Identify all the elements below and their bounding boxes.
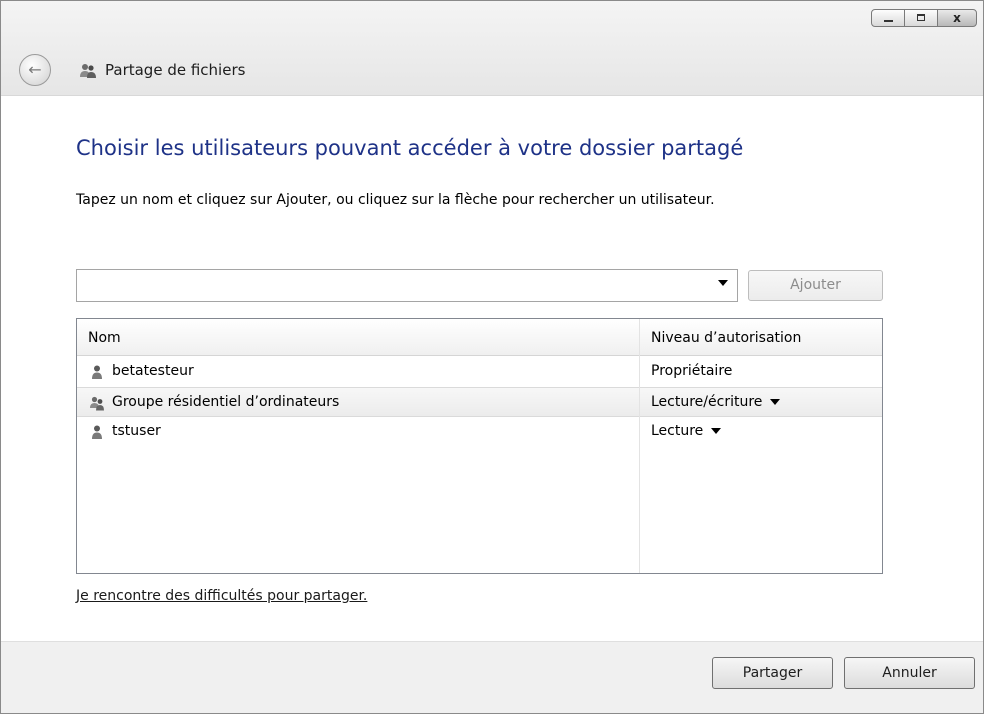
user-name-combobox[interactable] — [76, 269, 738, 302]
user-icon — [92, 425, 102, 439]
column-header-permission[interactable]: Niveau d’autorisation — [651, 330, 801, 346]
add-button[interactable]: Ajouter — [748, 270, 883, 301]
users-list: Nom Niveau d’autorisation betatesteur Pr… — [76, 318, 883, 574]
chevron-down-icon[interactable] — [770, 399, 781, 405]
close-button[interactable]: x — [937, 9, 977, 27]
table-row[interactable]: betatesteur Propriétaire — [77, 357, 882, 387]
minimize-icon — [884, 20, 893, 22]
permission-dropdown[interactable]: Lecture/écriture — [651, 394, 781, 410]
table-row[interactable]: Groupe résidentiel d’ordinateurs Lecture… — [77, 387, 882, 417]
window-title: Partage de fichiers — [105, 61, 246, 79]
list-header: Nom Niveau d’autorisation — [77, 319, 882, 356]
permission-label: Propriétaire — [651, 363, 733, 379]
user-icon — [92, 365, 102, 379]
back-arrow-icon: ← — [28, 60, 42, 79]
dialog-footer: Partager Annuler — [1, 641, 983, 713]
permission-label: Lecture/écriture — [651, 394, 763, 410]
cancel-button[interactable]: Annuler — [844, 657, 975, 689]
row-permission: Propriétaire — [651, 363, 732, 379]
window-controls: x — [871, 9, 977, 27]
page-heading: Choisir les utilisateurs pouvant accéder… — [76, 136, 744, 160]
content-area: Choisir les utilisateurs pouvant accéder… — [1, 96, 983, 641]
user-name-input[interactable] — [81, 274, 705, 298]
chevron-down-icon[interactable] — [711, 428, 722, 434]
minimize-button[interactable] — [871, 9, 905, 27]
row-name: tstuser — [112, 423, 161, 439]
title-bar: x ← Partage de fichiers — [1, 1, 983, 96]
maximize-button[interactable] — [904, 9, 938, 27]
back-button[interactable]: ← — [19, 54, 51, 86]
maximize-icon — [917, 14, 925, 21]
instructions-text: Tapez un nom et cliquez sur Ajouter, ou … — [76, 192, 715, 208]
file-sharing-window: x ← Partage de fichiers Choisir les util… — [0, 0, 984, 714]
column-header-name[interactable]: Nom — [88, 330, 121, 346]
sharing-help-link[interactable]: Je rencontre des difficultés pour partag… — [76, 588, 367, 604]
column-divider — [639, 319, 640, 573]
chevron-down-icon[interactable] — [718, 280, 728, 286]
table-row[interactable]: tstuser Lecture — [77, 417, 882, 447]
close-icon: x — [953, 11, 961, 25]
users-share-icon — [80, 64, 96, 78]
row-name: Groupe résidentiel d’ordinateurs — [112, 394, 340, 410]
share-button[interactable]: Partager — [712, 657, 833, 689]
group-icon — [90, 396, 104, 411]
permission-label: Lecture — [651, 423, 704, 439]
row-name: betatesteur — [112, 363, 194, 379]
permission-dropdown[interactable]: Lecture — [651, 423, 722, 439]
